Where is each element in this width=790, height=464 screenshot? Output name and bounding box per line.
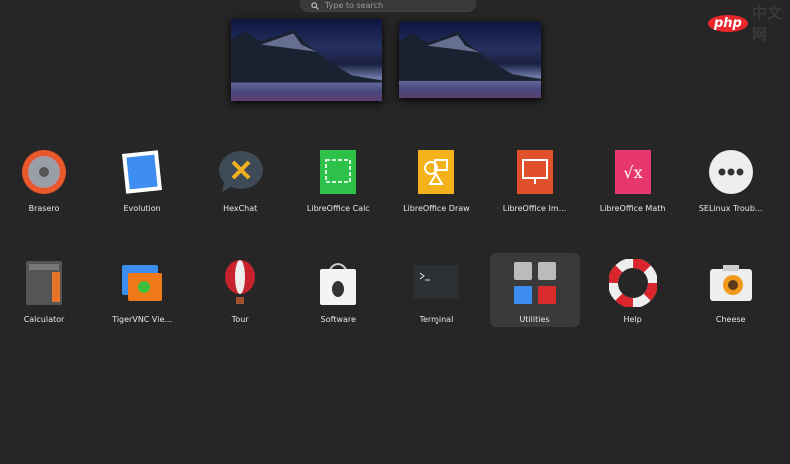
app-selinux-troub[interactable]: SELinux Troub...	[686, 142, 776, 216]
app-libreoffice-im[interactable]: LibreOffice Im...	[490, 142, 580, 216]
search-icon	[311, 2, 319, 10]
app-evolution[interactable]: Evolution	[97, 142, 187, 216]
watermark-logo: php 中文网	[708, 2, 790, 44]
app-libreoffice-draw[interactable]: LibreOffice Draw	[391, 142, 481, 216]
svg-text:√x: √x	[623, 163, 642, 182]
app-label: Calculator	[23, 315, 65, 324]
app-utilities[interactable]: Utilities	[489, 253, 580, 327]
app-label: SELinux Troub...	[698, 204, 763, 213]
calculator-icon	[20, 259, 68, 307]
terminal-icon	[412, 259, 460, 307]
app-hexchat[interactable]: HexChat	[195, 142, 285, 216]
app-label: LibreOffice Calc	[306, 204, 370, 213]
libreoffice-math-icon: √x	[609, 148, 657, 196]
selinux-icon	[707, 148, 755, 196]
app-label: LibreOffice Draw	[403, 204, 470, 213]
app-label: Help	[623, 315, 642, 324]
app-label: Evolution	[123, 204, 161, 213]
app-tigervnc-vie[interactable]: TigerVNC Vie...	[97, 253, 187, 327]
evolution-icon	[118, 148, 166, 196]
app-label: Utilities	[519, 315, 550, 324]
app-label: Software	[320, 315, 356, 324]
hexchat-icon	[216, 148, 264, 196]
software-icon	[314, 259, 362, 307]
app-cheese[interactable]: Cheese	[686, 253, 776, 327]
app-label: LibreOffice Im...	[502, 204, 567, 213]
tour-balloon-icon	[216, 259, 264, 307]
workspace-thumbnail-2[interactable]	[399, 22, 541, 98]
app-label: HexChat	[223, 204, 258, 213]
libreoffice-impress-icon	[511, 148, 559, 196]
app-label: Tour	[231, 315, 249, 324]
running-indicator	[436, 322, 438, 324]
tigervnc-icon	[118, 259, 166, 307]
search-input[interactable]	[325, 1, 455, 11]
app-libreoffice-math[interactable]: √x LibreOffice Math	[588, 142, 678, 216]
app-help[interactable]: Help	[588, 253, 678, 327]
workspace-thumbnail-1[interactable]	[231, 19, 382, 101]
app-tour[interactable]: Tour	[195, 253, 285, 327]
libreoffice-draw-icon	[412, 148, 460, 196]
cheese-camera-icon	[707, 259, 755, 307]
app-label: Brasero	[28, 204, 60, 213]
app-label: TigerVNC Vie...	[112, 315, 172, 324]
app-label: Cheese	[715, 315, 746, 324]
app-label: LibreOffice Math	[599, 204, 666, 213]
app-libreoffice-calc[interactable]: LibreOffice Calc	[293, 142, 383, 216]
brasero-icon	[20, 148, 68, 196]
app-software[interactable]: Software	[293, 253, 383, 327]
app-brasero[interactable]: Brasero	[0, 142, 89, 216]
help-lifebuoy-icon	[608, 259, 657, 307]
search-bar[interactable]	[300, 0, 476, 12]
folder-utilities-icon	[511, 259, 559, 307]
app-terminal[interactable]: Terminal	[391, 253, 481, 327]
app-calculator[interactable]: Calculator	[0, 253, 89, 327]
libreoffice-calc-icon	[314, 148, 362, 196]
